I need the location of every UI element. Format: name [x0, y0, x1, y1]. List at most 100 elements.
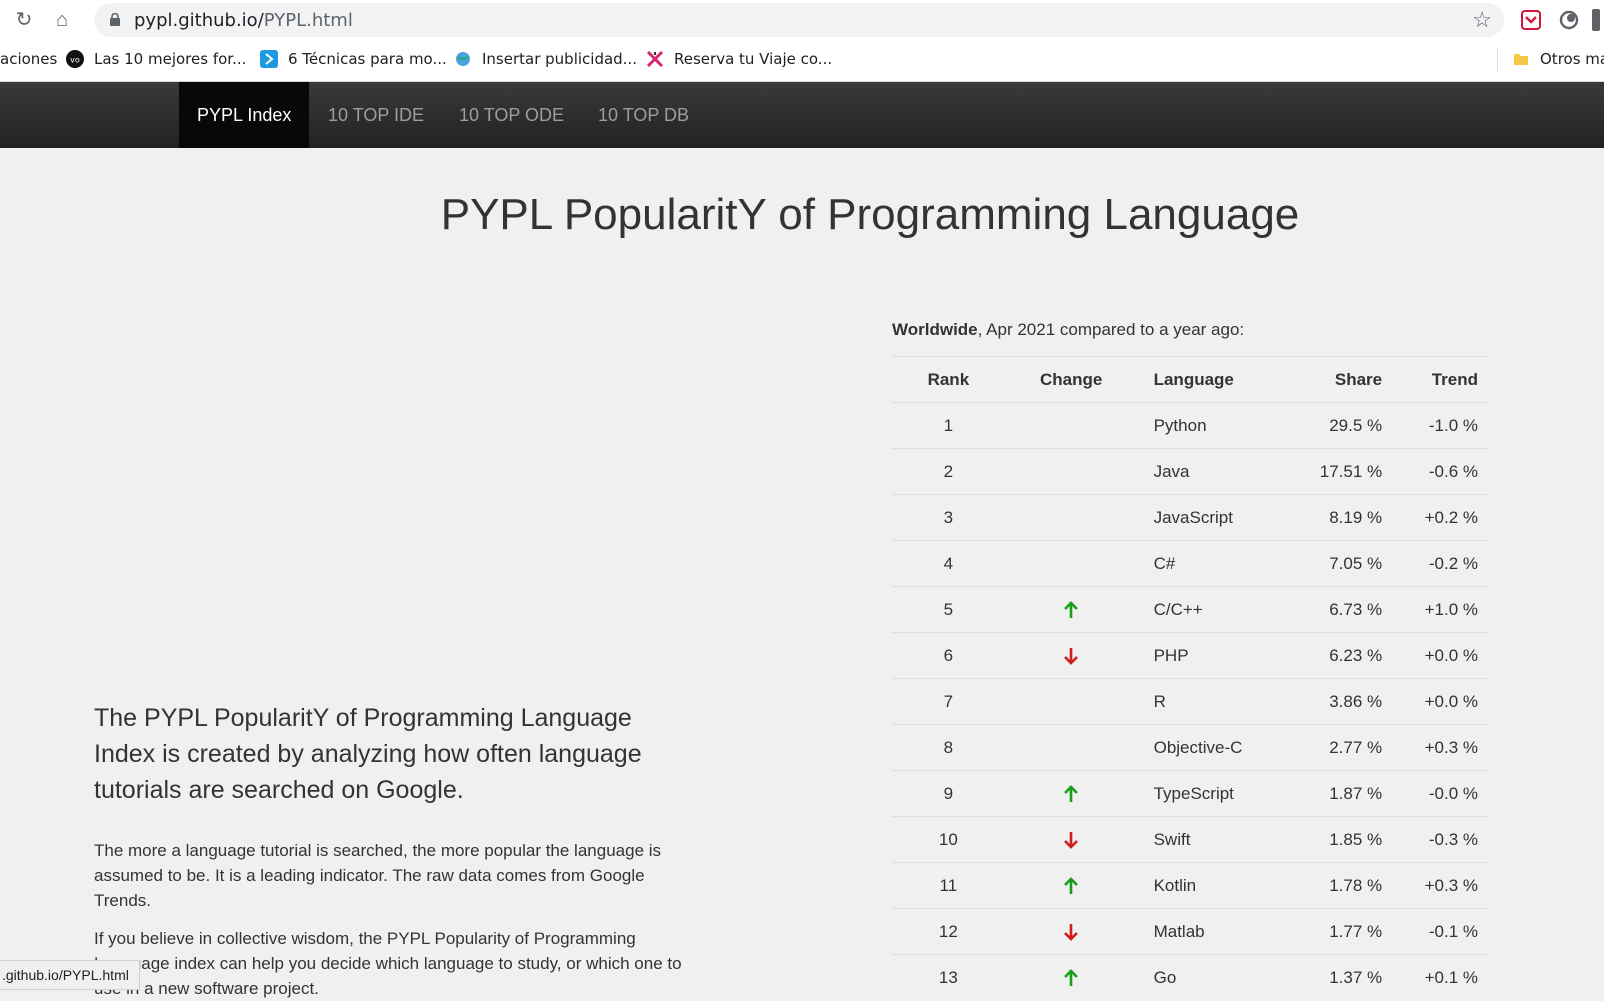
share-cell: 1.85 % [1278, 816, 1393, 863]
pocket-extension-icon[interactable] [1520, 9, 1542, 31]
share-cell: 2.77 % [1278, 724, 1393, 771]
address-bar[interactable]: pypl.github.io/PYPL.html ☆ [94, 3, 1504, 37]
rank-cell: 6 [892, 632, 1005, 679]
change-cell [1004, 908, 1138, 955]
nav-tab-top-db[interactable]: 10 TOP DB [580, 82, 707, 148]
profile-icon[interactable] [1592, 9, 1600, 31]
trend-cell: +0.3 % [1392, 724, 1488, 771]
bookmark-star-icon[interactable]: ☆ [1472, 7, 1492, 33]
share-cell: 8.19 % [1278, 494, 1393, 541]
share-cell: 7.05 % [1278, 540, 1393, 587]
share-cell: 29.5 % [1278, 402, 1393, 449]
trend-cell: -1.0 % [1392, 402, 1488, 449]
wisdom-paragraph: If you believe in collective wisdom, the… [94, 929, 682, 998]
header-change: Change [1004, 356, 1138, 403]
vo-logo-icon: vo [66, 50, 84, 68]
language-cell: TypeScript [1137, 770, 1279, 817]
bookmark-item[interactable]: Insertar publicidad... [454, 50, 637, 68]
bookmark-item[interactable]: vo Las 10 mejores for... [66, 50, 246, 68]
rank-cell: 8 [892, 724, 1005, 771]
trend-cell: -0.6 % [1392, 448, 1488, 495]
table-row: 11 Kotlin 1.78 % +0.3 % [892, 862, 1488, 909]
table-row: 3 JavaScript 8.19 % +0.2 % [892, 494, 1488, 541]
table-row: 10 Swift 1.85 % -0.3 % [892, 816, 1488, 863]
language-cell: Python [1137, 402, 1279, 449]
folder-icon [1514, 54, 1528, 65]
url-text: pypl.github.io/PYPL.html [134, 10, 353, 31]
nav-tab-top-ode[interactable]: 10 TOP ODE [441, 82, 582, 148]
table-row: 2 Java 17.51 % -0.6 % [892, 448, 1488, 495]
share-cell: 1.77 % [1278, 908, 1393, 955]
arrow-up-icon [1064, 877, 1079, 895]
change-cell [1004, 540, 1138, 587]
blue-logo-icon [260, 50, 278, 68]
bookmark-item[interactable]: Reserva tu Viaje co... [646, 50, 832, 68]
header-share: Share [1278, 356, 1393, 403]
trend-cell: +0.0 % [1392, 678, 1488, 725]
nav-tab-top-ide[interactable]: 10 TOP IDE [310, 82, 442, 148]
change-cell [1004, 586, 1138, 633]
site-navbar: PYPL Index 10 TOP IDE 10 TOP ODE 10 TOP … [0, 82, 1604, 148]
browser-toolbar: ↻ ⌂ pypl.github.io/PYPL.html ☆ [0, 0, 1604, 40]
table-row: 6 PHP 6.23 % +0.0 % [892, 632, 1488, 679]
trend-cell: +0.1 % [1392, 954, 1488, 1000]
table-row: 5 C/C++ 6.73 % +1.0 % [892, 586, 1488, 633]
language-cell: JavaScript [1137, 494, 1279, 541]
rank-cell: 3 [892, 494, 1005, 541]
table-row: 8 Objective-C 2.77 % +0.3 % [892, 724, 1488, 771]
table-row: 12 Matlab 1.77 % -0.1 % [892, 908, 1488, 955]
nav-tab-pypl-index[interactable]: PYPL Index [179, 82, 310, 148]
language-cell: Go [1137, 954, 1279, 1000]
reload-icon[interactable]: ↻ [12, 8, 36, 32]
svg-text:vo: vo [70, 56, 80, 65]
header-trend: Trend [1392, 356, 1488, 403]
rank-cell: 9 [892, 770, 1005, 817]
rank-cell: 13 [892, 954, 1005, 1000]
change-cell [1004, 448, 1138, 495]
description-paragraph: The more a language tutorial is searched… [94, 841, 662, 910]
globe-icon [456, 52, 470, 66]
bookmark-item[interactable]: 6 Técnicas para mo... [260, 50, 447, 68]
extension-circle-icon[interactable] [1558, 9, 1580, 31]
header-language: Language [1137, 356, 1279, 403]
home-icon[interactable]: ⌂ [50, 8, 74, 32]
change-cell [1004, 954, 1138, 1000]
change-cell [1004, 724, 1138, 771]
change-cell [1004, 816, 1138, 863]
header-rank: Rank [892, 356, 1005, 403]
change-cell [1004, 862, 1138, 909]
share-cell: 6.73 % [1278, 586, 1393, 633]
table-row: 7 R 3.86 % +0.0 % [892, 678, 1488, 725]
trend-cell: -0.1 % [1392, 908, 1488, 955]
language-cell: C/C++ [1137, 586, 1279, 633]
table-row: 4 C# 7.05 % -0.2 % [892, 540, 1488, 587]
trend-cell: -0.2 % [1392, 540, 1488, 587]
trend-cell: -0.0 % [1392, 770, 1488, 817]
arrow-up-icon [1064, 785, 1079, 803]
share-cell: 3.86 % [1278, 678, 1393, 725]
language-cell: Swift [1137, 816, 1279, 863]
lead-paragraph: The PYPL PopularitY of Programming Langu… [94, 704, 642, 804]
share-cell: 1.37 % [1278, 954, 1393, 1000]
language-cell: Objective-C [1137, 724, 1279, 771]
trend-cell: +0.3 % [1392, 862, 1488, 909]
cross-logo-icon [646, 50, 664, 68]
arrow-down-icon [1064, 648, 1079, 665]
rank-cell: 4 [892, 540, 1005, 587]
trend-cell: +0.0 % [1392, 632, 1488, 679]
page-title: PYPL PopularitY of Programming Language [440, 190, 1300, 239]
trend-cell: +1.0 % [1392, 586, 1488, 633]
bookmark-item[interactable]: aciones [0, 50, 57, 68]
table-caption: Worldwide, Apr 2021 compared to a year a… [892, 320, 1245, 339]
share-cell: 1.87 % [1278, 770, 1393, 817]
table-row: 9 TypeScript 1.87 % -0.0 % [892, 770, 1488, 817]
trend-cell: -0.3 % [1392, 816, 1488, 863]
language-cell: PHP [1137, 632, 1279, 679]
arrow-down-icon [1064, 924, 1079, 941]
rank-cell: 1 [892, 402, 1005, 449]
rank-cell: 5 [892, 586, 1005, 633]
language-cell: Matlab [1137, 908, 1279, 955]
change-cell [1004, 402, 1138, 449]
bookmark-folder-other[interactable]: Otros mar [1512, 50, 1604, 68]
change-cell [1004, 632, 1138, 679]
